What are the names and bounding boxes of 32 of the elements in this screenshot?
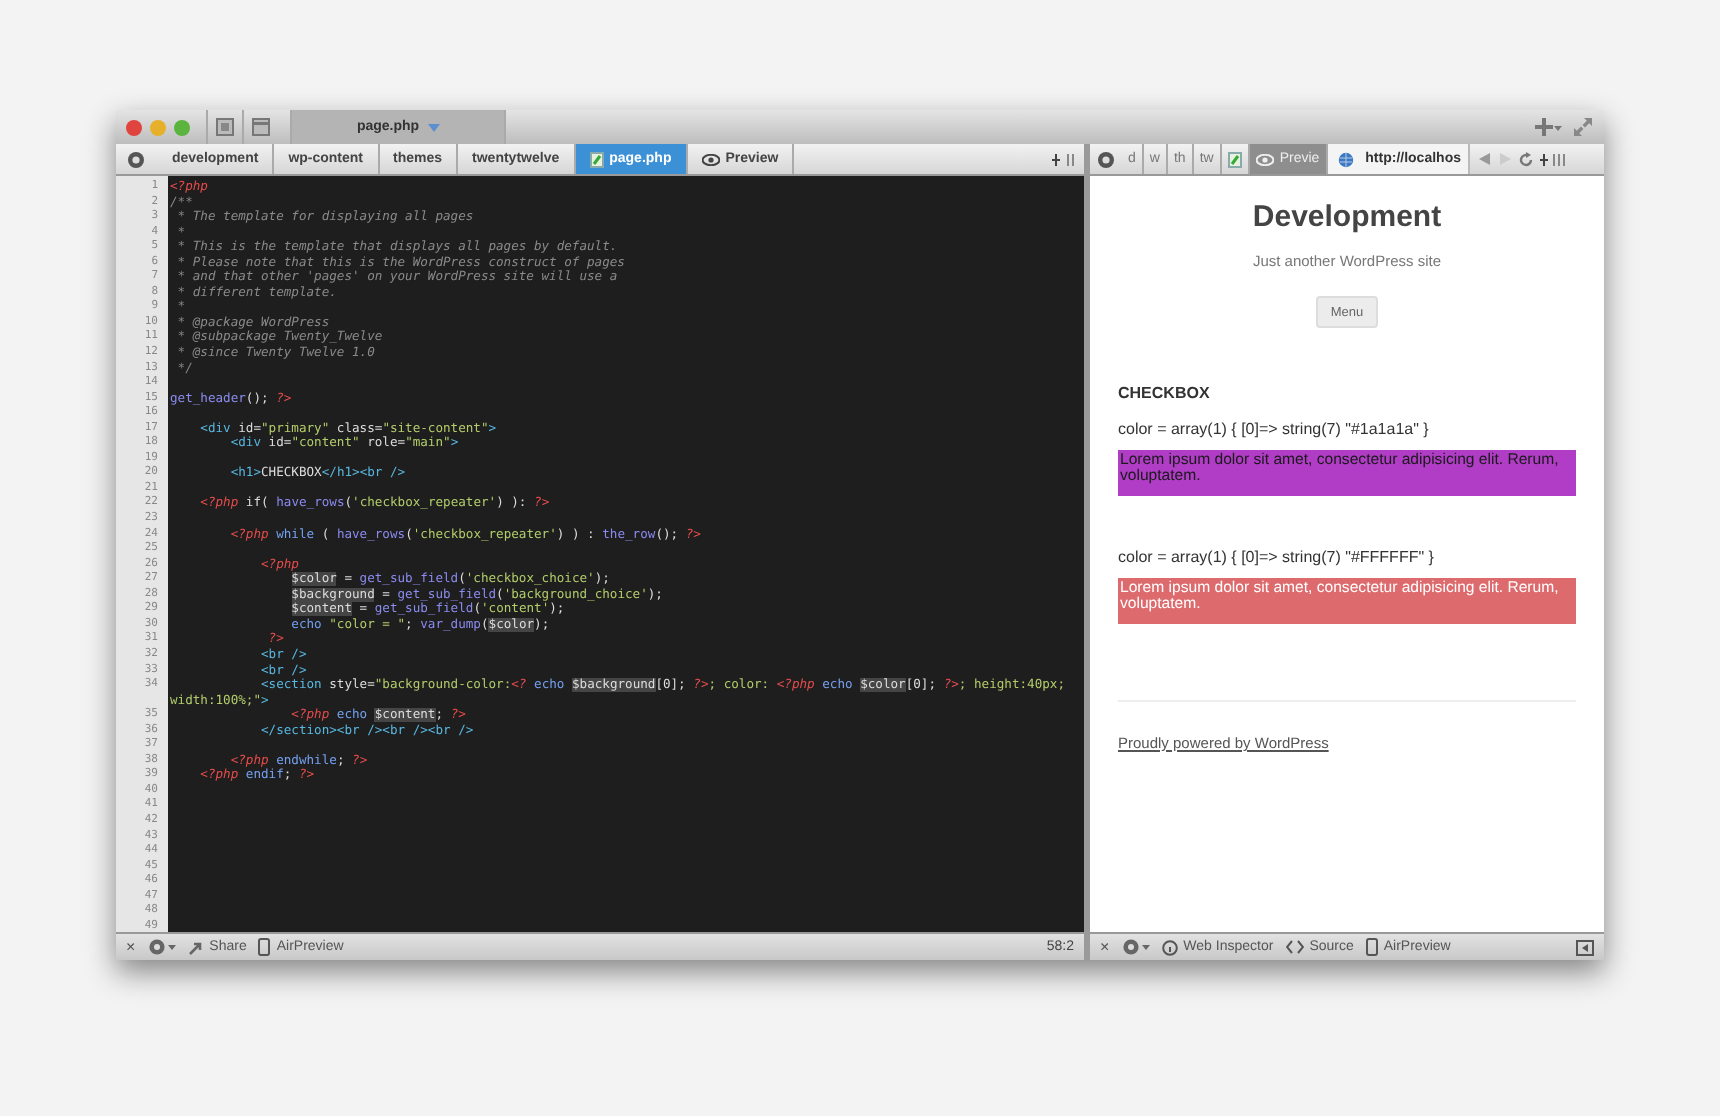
refresh-icon[interactable] <box>1517 151 1533 167</box>
zoom-window-button[interactable] <box>174 119 190 135</box>
code-brackets-icon <box>1285 940 1304 954</box>
page-heading: CHECKBOX <box>1118 384 1212 402</box>
fullscreen-icon[interactable] <box>1574 118 1592 136</box>
dump-text: color = array(1) { [0]=> string(7) "#1a1a1a" } <box>1118 420 1431 438</box>
close-pane-button[interactable]: × <box>126 938 136 956</box>
info-icon <box>1161 939 1178 955</box>
settings-icon[interactable] <box>147 938 176 956</box>
collapse-pane-icon[interactable] <box>1576 939 1594 955</box>
panel-toggle-icon[interactable] <box>252 118 270 136</box>
close-pane-button[interactable]: × <box>1100 938 1110 956</box>
add-tab-icon[interactable] <box>1534 118 1562 136</box>
file-icon <box>589 151 604 167</box>
close-window-button[interactable] <box>126 119 142 135</box>
globe-icon <box>1337 151 1354 167</box>
sidebar-toggle-icon[interactable] <box>216 118 234 136</box>
settings-icon[interactable] <box>1121 938 1150 956</box>
phone-icon <box>1365 938 1378 956</box>
caret-icon <box>427 123 440 131</box>
eye-icon <box>1255 153 1274 165</box>
settings-icon[interactable] <box>126 149 146 169</box>
share-icon <box>187 939 204 955</box>
split-view-icon[interactable] <box>1539 151 1567 167</box>
site-title: Development <box>1250 200 1444 234</box>
file-icon <box>1227 151 1242 167</box>
phone-icon <box>258 938 271 956</box>
settings-icon[interactable] <box>1096 149 1116 169</box>
split-view-icon[interactable] <box>1052 151 1076 167</box>
eye-icon <box>701 153 720 165</box>
back-icon[interactable] <box>1477 152 1491 166</box>
dump-text: color = array(1) { [0]=> string(7) "#FFFFFF" } <box>1118 548 1436 566</box>
